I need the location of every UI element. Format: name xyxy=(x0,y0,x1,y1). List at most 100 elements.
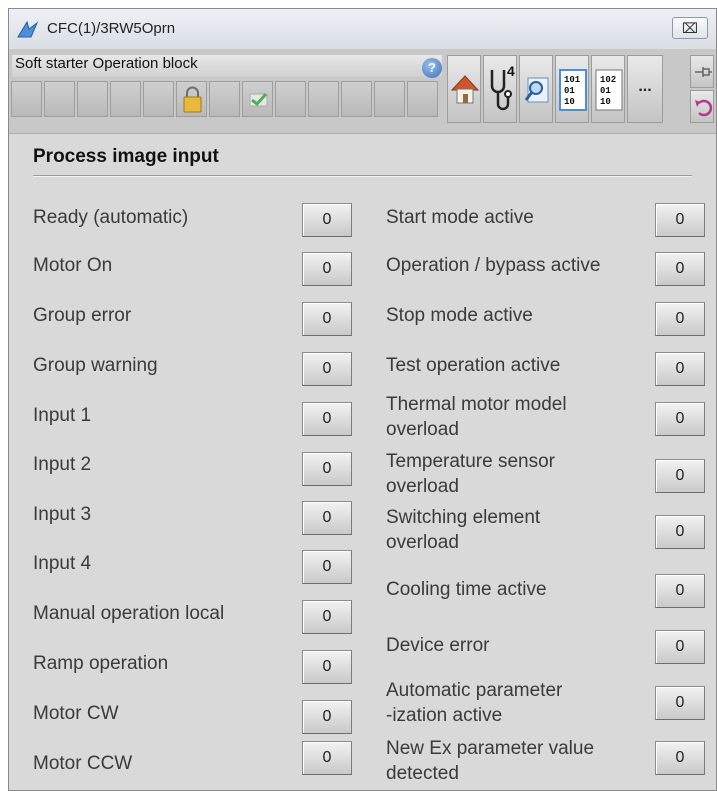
right-item-label: Stop mode active xyxy=(386,305,533,326)
binary-2-line1: 102 xyxy=(600,75,616,85)
lock-icon xyxy=(183,86,202,113)
stethoscope-number: 4 xyxy=(507,63,515,79)
status-cell xyxy=(209,81,240,117)
left-item-value[interactable]: 0 xyxy=(302,650,352,684)
right-item-label-line2: overload xyxy=(386,476,459,497)
status-cell xyxy=(143,81,174,117)
zoom-button[interactable] xyxy=(519,55,553,123)
left-item-value[interactable]: 0 xyxy=(302,501,352,535)
status-cell xyxy=(44,81,75,117)
toolbar: Soft starter Operation block ? 4 101 01 … xyxy=(9,49,716,133)
soft-starter-window: CFC(1)/3RW5Oprn ⌧ Soft starter Operation… xyxy=(8,8,717,791)
block-title: Soft starter Operation block xyxy=(12,55,442,77)
binary-display-1-button[interactable]: 101 01 10 xyxy=(555,55,589,123)
left-item-label: Group error xyxy=(33,305,132,326)
help-icon[interactable]: ? xyxy=(422,58,442,78)
undo-button[interactable] xyxy=(690,90,714,123)
right-item-label-line1: Thermal motor model xyxy=(386,394,567,415)
status-cell xyxy=(11,81,42,117)
left-item-label: Input 2 xyxy=(33,454,92,475)
pin-button[interactable] xyxy=(690,55,714,88)
stethoscope-icon: 4 xyxy=(490,63,515,111)
right-item-label: Test operation active xyxy=(386,355,561,376)
right-item-label-line2: overload xyxy=(386,532,459,553)
right-item-label-line2: overload xyxy=(386,419,459,440)
binary-display-2-button[interactable]: 102 01 10 xyxy=(591,55,625,123)
right-item-label: Cooling time active xyxy=(386,579,547,600)
right-item-value[interactable]: 0 xyxy=(655,402,705,436)
section-divider xyxy=(33,175,692,177)
right-item-value[interactable]: 0 xyxy=(655,515,705,549)
right-item-value[interactable]: 0 xyxy=(655,630,705,664)
left-item-label: Group warning xyxy=(33,355,158,376)
right-item-label: Device error xyxy=(386,635,490,656)
section-title: Process image input xyxy=(33,146,219,167)
window-title: CFC(1)/3RW5Oprn xyxy=(47,20,176,37)
right-item-value[interactable]: 0 xyxy=(655,574,705,608)
left-item-label: Ramp operation xyxy=(33,653,169,674)
close-button[interactable]: ⌧ xyxy=(672,17,708,39)
right-item-label-line2: detected xyxy=(386,763,459,784)
binary-2-line2: 01 xyxy=(600,86,611,96)
right-item-value[interactable]: 0 xyxy=(655,252,705,286)
home-icon xyxy=(450,75,480,104)
check-icon xyxy=(249,92,268,107)
more-icon: ... xyxy=(638,78,652,95)
left-item-label: Manual operation local xyxy=(33,603,225,624)
right-item-label: Start mode active xyxy=(386,207,534,228)
right-item-label-line1: New Ex parameter value xyxy=(386,738,595,759)
right-item-value[interactable]: 0 xyxy=(655,302,705,336)
status-cell xyxy=(407,81,438,117)
binary-2-line3: 10 xyxy=(600,97,611,107)
status-cell-check[interactable] xyxy=(242,81,273,117)
left-item-value[interactable]: 0 xyxy=(302,600,352,634)
left-item-value[interactable]: 0 xyxy=(302,550,352,584)
status-cell xyxy=(110,81,141,117)
pin-icon xyxy=(695,67,712,77)
binary-1-line1: 101 xyxy=(564,75,581,85)
status-cell xyxy=(275,81,306,117)
left-item-label: Input 4 xyxy=(33,553,92,574)
right-item-value[interactable]: 0 xyxy=(655,459,705,493)
right-item-value[interactable]: 0 xyxy=(655,686,705,720)
left-item-value[interactable]: 0 xyxy=(302,203,352,237)
app-icon xyxy=(17,20,39,38)
undo-icon xyxy=(695,99,713,117)
left-item-value[interactable]: 0 xyxy=(302,252,352,286)
left-item-label: Motor CCW xyxy=(33,753,133,774)
left-item-label: Input 3 xyxy=(33,504,92,525)
left-item-value[interactable]: 0 xyxy=(302,700,352,734)
binary-1-icon: 101 01 10 xyxy=(559,69,587,111)
left-item-label: Motor On xyxy=(33,255,113,276)
binary-1-line3: 10 xyxy=(564,97,575,107)
diagnostics-button[interactable]: 4 xyxy=(483,55,517,123)
right-item-label-line1: Temperature sensor xyxy=(386,451,555,472)
left-item-value[interactable]: 0 xyxy=(302,352,352,386)
binary-2-icon: 102 01 10 xyxy=(595,69,623,111)
right-item-value[interactable]: 0 xyxy=(655,741,705,775)
right-item-label-line1: Switching element xyxy=(386,507,541,528)
status-cell xyxy=(374,81,405,117)
status-cell xyxy=(341,81,372,117)
more-button[interactable]: ... xyxy=(627,55,663,123)
left-item-label: Input 1 xyxy=(33,405,92,426)
left-item-value[interactable]: 0 xyxy=(302,302,352,336)
title-bar[interactable]: CFC(1)/3RW5Oprn ⌧ xyxy=(9,9,716,50)
status-cell xyxy=(308,81,339,117)
binary-1-line2: 01 xyxy=(564,86,575,96)
left-item-label: Motor CW xyxy=(33,703,119,724)
status-cell xyxy=(77,81,108,117)
status-cell-lock[interactable] xyxy=(176,81,207,117)
home-button[interactable] xyxy=(447,55,481,123)
right-item-value[interactable]: 0 xyxy=(655,352,705,386)
left-item-value[interactable]: 0 xyxy=(302,402,352,436)
left-item-label: Ready (automatic) xyxy=(33,207,189,228)
right-item-label-line1: Automatic parameter xyxy=(386,680,563,701)
magnifier-icon xyxy=(524,77,549,103)
right-item-label-line2: -ization active xyxy=(386,705,503,726)
left-item-value[interactable]: 0 xyxy=(302,741,352,775)
process-image-panel: Process image input Ready (automatic) 0 … xyxy=(9,133,716,790)
right-item-value[interactable]: 0 xyxy=(655,203,705,237)
right-item-label: Operation / bypass active xyxy=(386,255,601,276)
left-item-value[interactable]: 0 xyxy=(302,452,352,486)
